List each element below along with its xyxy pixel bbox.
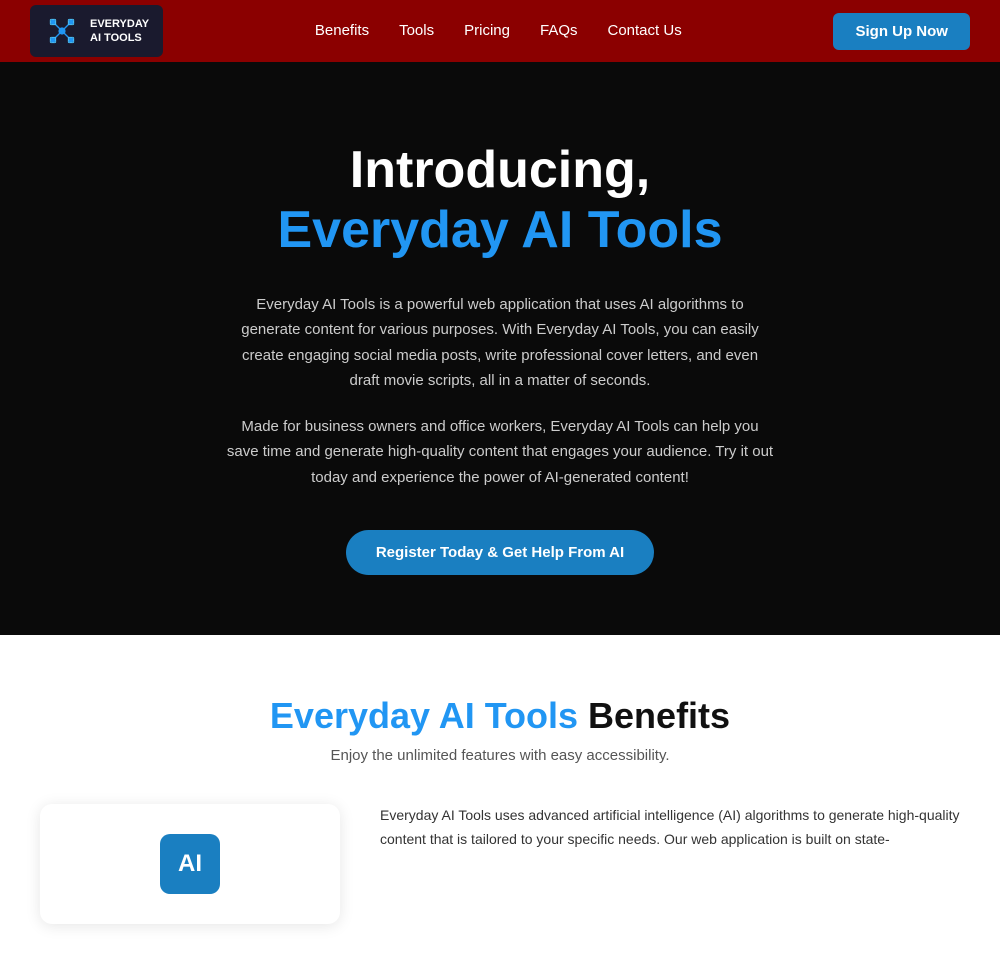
benefits-subtitle: Enjoy the unlimited features with easy a… [40, 747, 960, 764]
nav-links: Benefits Tools Pricing FAQs Contact Us [315, 22, 682, 40]
nav-faqs[interactable]: FAQs [540, 22, 578, 39]
logo[interactable]: EVERYDAY AI TOOLS [30, 5, 163, 57]
hero-section: Introducing, Everyday AI Tools Everyday … [0, 62, 1000, 635]
nav-benefits[interactable]: Benefits [315, 22, 369, 39]
benefits-title-black: Benefits [578, 695, 730, 736]
ai-icon: AI [160, 834, 220, 894]
nav-pricing[interactable]: Pricing [464, 22, 510, 39]
navbar: EVERYDAY AI TOOLS Benefits Tools Pricing… [0, 0, 1000, 62]
nav-tools[interactable]: Tools [399, 22, 434, 39]
benefits-card: AI [40, 804, 340, 924]
benefits-description: Everyday AI Tools uses advanced artifici… [380, 804, 960, 852]
hero-cta-button[interactable]: Register Today & Get Help From AI [346, 530, 654, 575]
hero-title-line2: Everyday AI Tools [200, 199, 800, 261]
hero-title-line1: Introducing, [200, 142, 800, 199]
benefits-title: Everyday AI Tools Benefits [40, 695, 960, 737]
logo-text: EVERYDAY AI TOOLS [90, 17, 149, 46]
benefits-section: Everyday AI Tools Benefits Enjoy the unl… [0, 635, 1000, 964]
nav-contact[interactable]: Contact Us [608, 22, 682, 39]
hero-desc2: Made for business owners and office work… [225, 414, 775, 491]
hero-desc1: Everyday AI Tools is a powerful web appl… [225, 292, 775, 394]
benefits-content: AI Everyday AI Tools uses advanced artif… [40, 804, 960, 924]
logo-icon [44, 13, 80, 49]
benefits-title-blue: Everyday AI Tools [270, 695, 578, 736]
signup-button[interactable]: Sign Up Now [833, 13, 970, 50]
